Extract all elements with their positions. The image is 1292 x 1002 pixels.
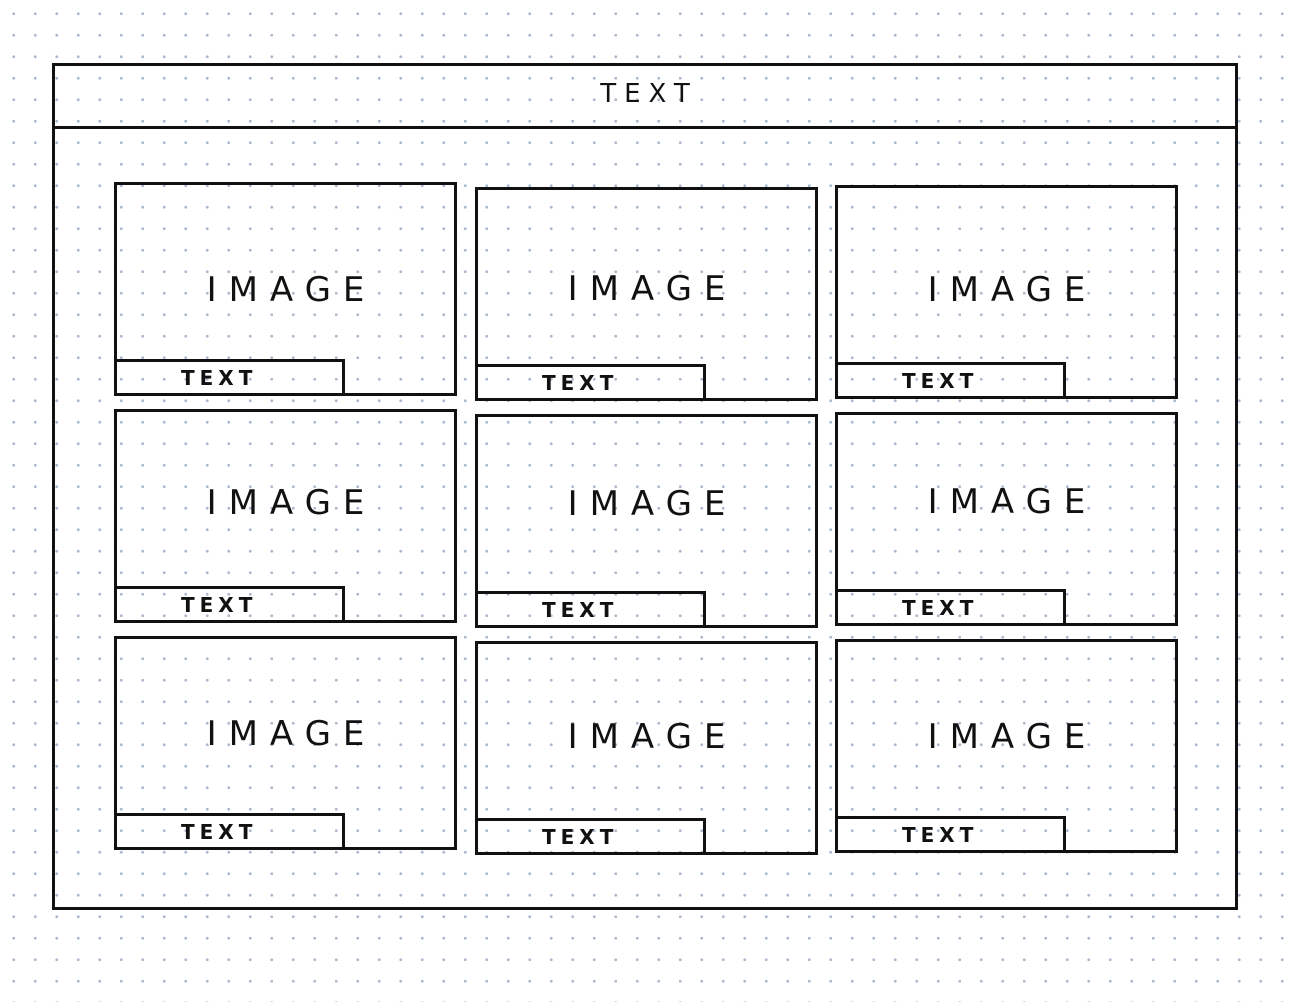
gallery-card-3[interactable]: IMAGE TEXT — [835, 185, 1178, 399]
card-caption-box: TEXT — [478, 364, 706, 398]
card-caption-text: TEXT — [181, 365, 258, 390]
image-placeholder-label: IMAGE — [567, 484, 738, 524]
card-caption-text: TEXT — [181, 819, 258, 844]
card-caption-box: TEXT — [838, 589, 1066, 623]
card-caption-box: TEXT — [117, 813, 345, 847]
image-placeholder-label: IMAGE — [206, 270, 377, 310]
image-placeholder-label: IMAGE — [927, 717, 1098, 757]
gallery-card-5[interactable]: IMAGE TEXT — [475, 414, 818, 628]
gallery-card-7[interactable]: IMAGE TEXT — [114, 636, 457, 850]
card-caption-box: TEXT — [838, 362, 1066, 396]
image-placeholder-label: IMAGE — [206, 714, 377, 754]
gallery-card-1[interactable]: IMAGE TEXT — [114, 182, 457, 396]
card-caption-box: TEXT — [478, 591, 706, 625]
gallery-card-2[interactable]: IMAGE TEXT — [475, 187, 818, 401]
card-caption-box: TEXT — [117, 359, 345, 393]
card-caption-text: TEXT — [542, 824, 619, 849]
card-caption-text: TEXT — [542, 370, 619, 395]
card-caption-text: TEXT — [902, 822, 979, 847]
card-caption-text: TEXT — [181, 592, 258, 617]
card-caption-box: TEXT — [478, 818, 706, 852]
card-caption-text: TEXT — [902, 368, 979, 393]
header-bar: TEXT — [55, 66, 1235, 129]
header-text: TEXT — [600, 79, 698, 109]
gallery-card-4[interactable]: IMAGE TEXT — [114, 409, 457, 623]
gallery-card-6[interactable]: IMAGE TEXT — [835, 412, 1178, 626]
image-placeholder-label: IMAGE — [567, 717, 738, 757]
card-caption-text: TEXT — [542, 597, 619, 622]
image-placeholder-label: IMAGE — [927, 482, 1098, 522]
image-placeholder-label: IMAGE — [206, 483, 377, 523]
gallery-card-8[interactable]: IMAGE TEXT — [475, 641, 818, 855]
card-caption-text: TEXT — [902, 595, 979, 620]
card-caption-box: TEXT — [838, 816, 1066, 850]
image-placeholder-label: IMAGE — [567, 269, 738, 309]
image-placeholder-label: IMAGE — [927, 270, 1098, 310]
gallery-card-9[interactable]: IMAGE TEXT — [835, 639, 1178, 853]
card-caption-box: TEXT — [117, 586, 345, 620]
